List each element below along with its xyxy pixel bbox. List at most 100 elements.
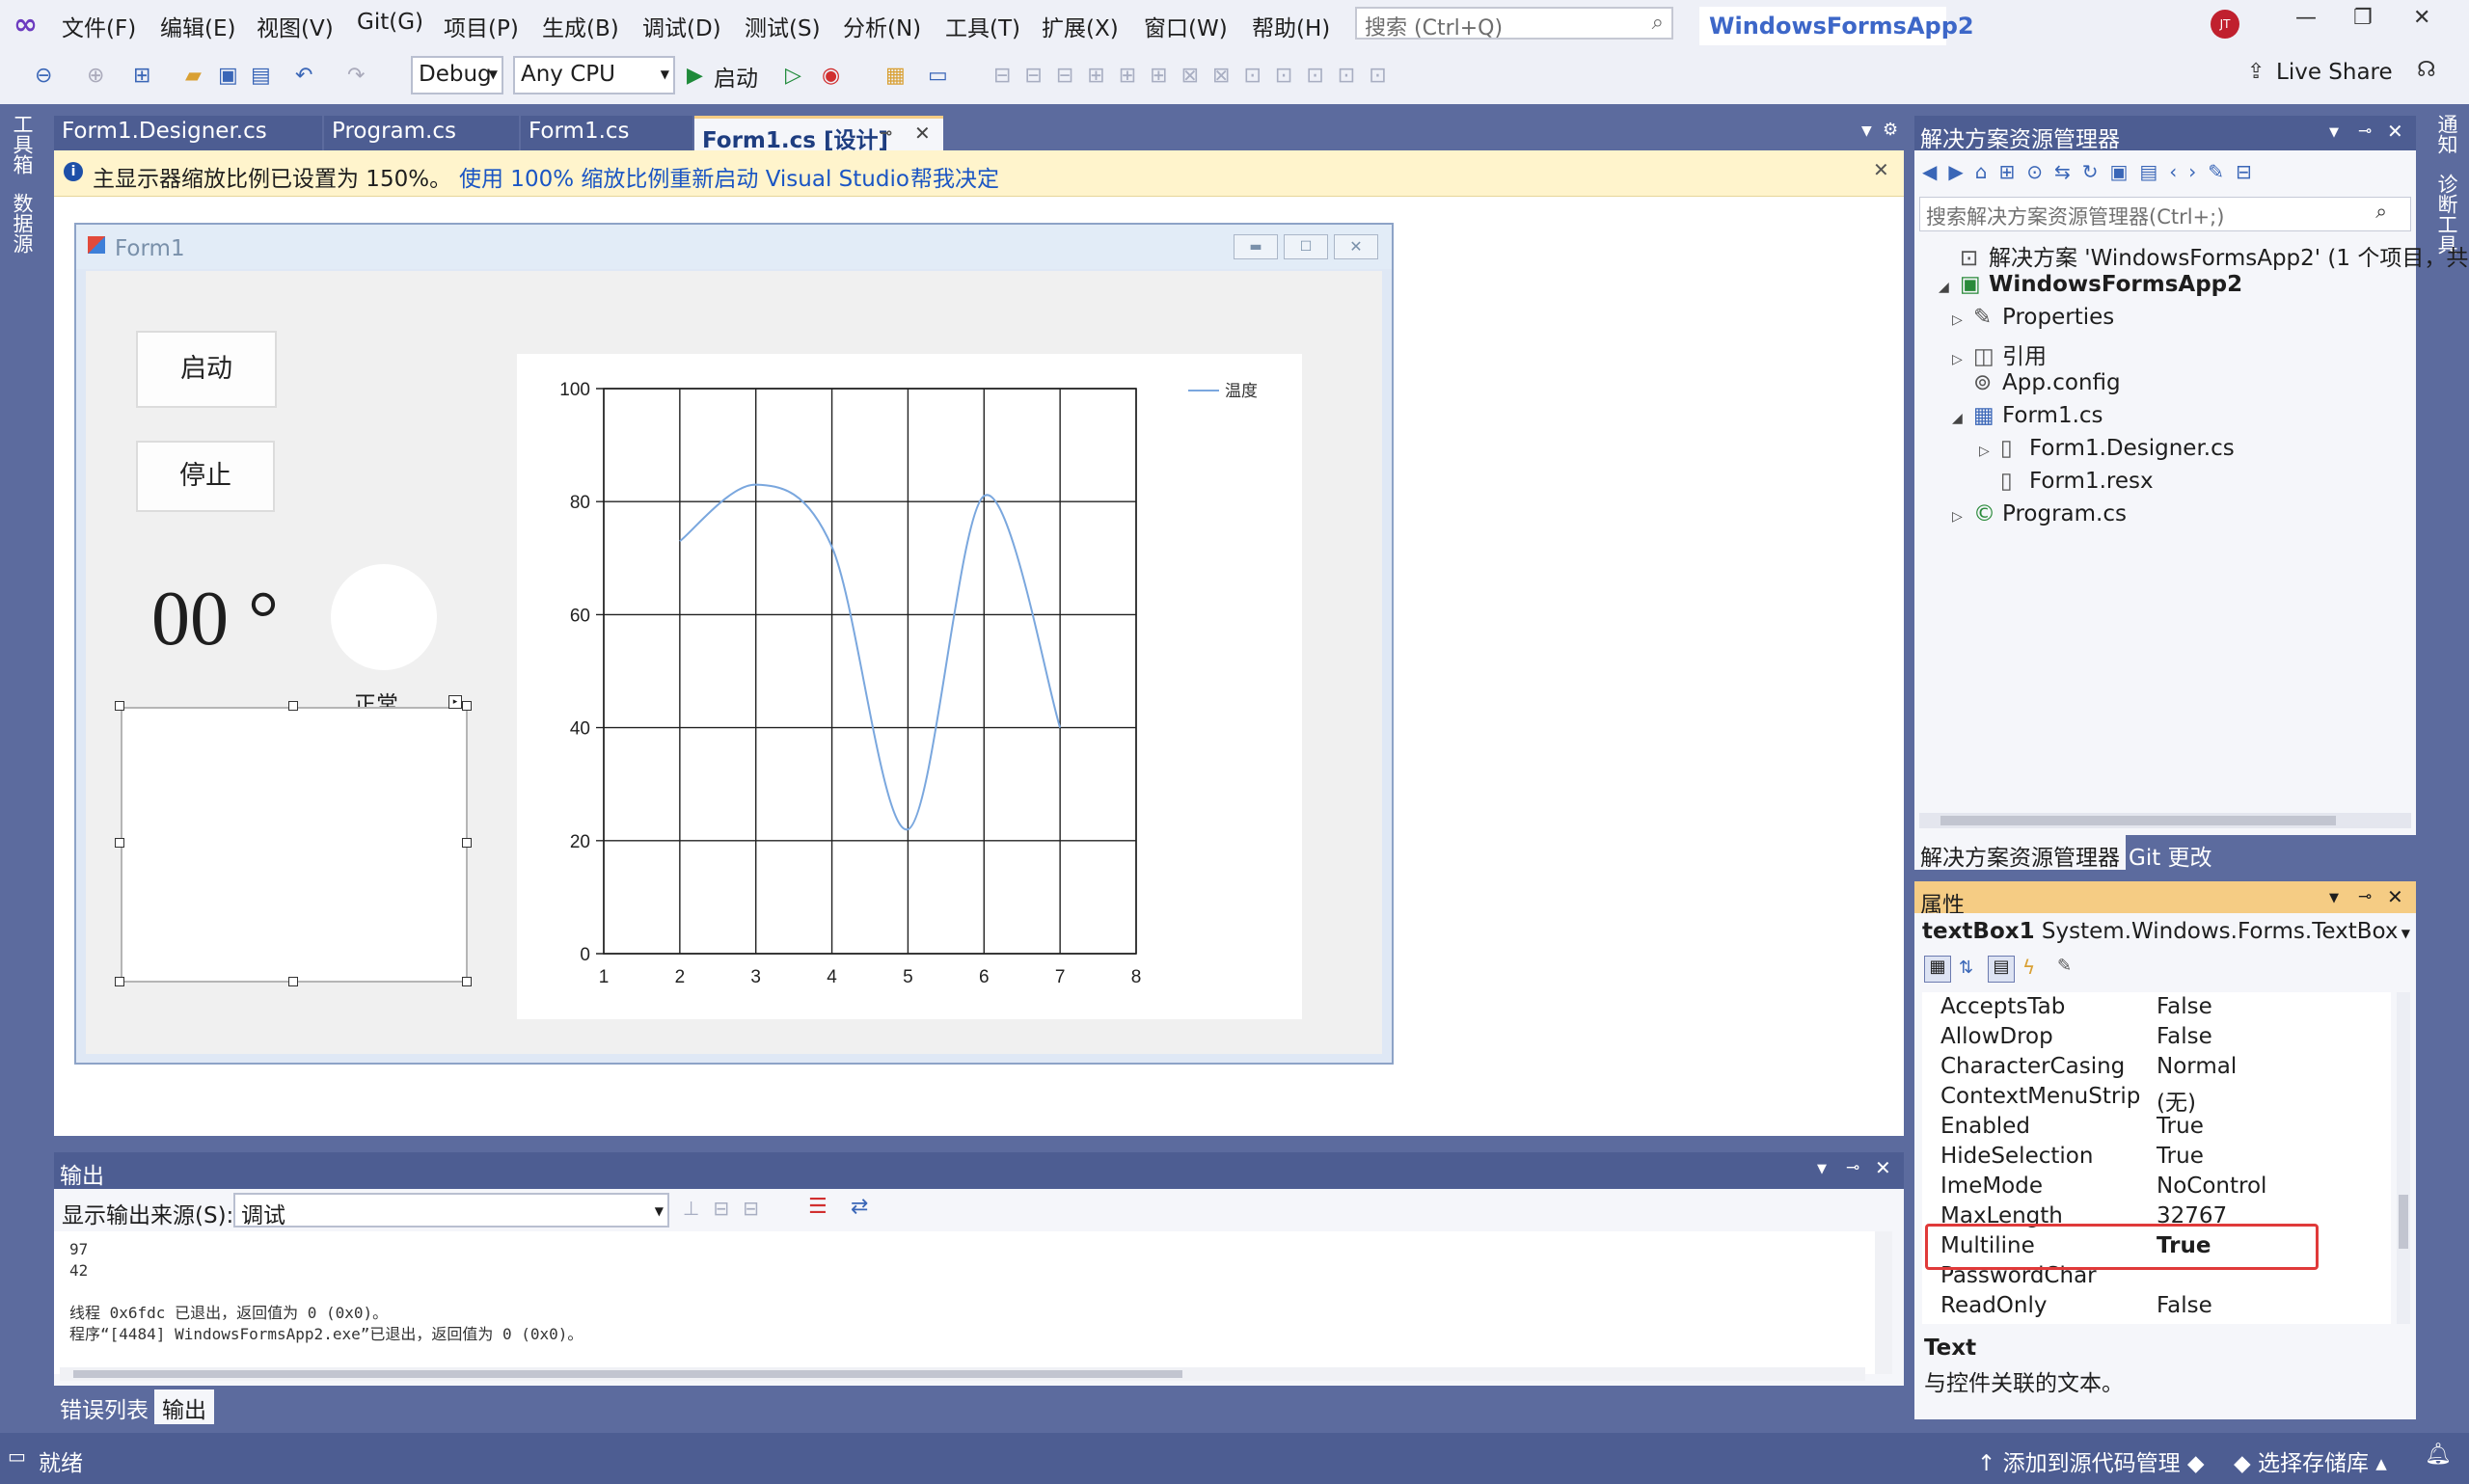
tab-program-cs[interactable]: Program.cs [324, 116, 519, 150]
undo-icon[interactable]: ↶ [295, 64, 312, 88]
scroll-thumb[interactable] [1940, 816, 2336, 825]
tab-dropdown-icon[interactable]: ▼ [1861, 123, 1872, 139]
textbox1[interactable] [121, 707, 468, 983]
property-row[interactable]: ImeMode NoControl [1939, 1172, 2392, 1201]
tree-item[interactable]: ▷ ◫ 引用 [1952, 337, 2047, 370]
expand-arrow-icon[interactable]: ▷ [1952, 312, 1973, 328]
menu-item-1[interactable]: 编辑(E) [160, 10, 235, 42]
expand-arrow-icon[interactable]: ◢ [1952, 411, 1973, 426]
close-pane-icon[interactable]: ✕ [2387, 120, 2403, 143]
format-icon[interactable]: ▭ [928, 64, 948, 88]
menu-item-0[interactable]: 文件(F) [62, 10, 136, 42]
tree-item[interactable]: ◢ ▣ WindowsFormsApp2 [1939, 272, 2242, 297]
selection-handle[interactable] [288, 977, 298, 986]
notifications-side-tab[interactable]: 通知 [2432, 114, 2461, 154]
configuration-select[interactable]: Debug ▼ [411, 56, 503, 94]
property-row[interactable]: ReadOnly False [1939, 1291, 2392, 1321]
property-value[interactable]: False [2157, 994, 2212, 1019]
restart-scaling-link[interactable]: 使用 100% 缩放比例重新启动 Visual Studio [459, 160, 909, 193]
output-scrollbar[interactable] [1875, 1231, 1892, 1374]
hot-reload-icon[interactable]: ◉ [822, 64, 840, 88]
tree-item[interactable]: ▷ © Program.cs [1952, 501, 2127, 526]
property-value[interactable]: True [2157, 1144, 2204, 1169]
close-tab-icon[interactable]: ✕ [914, 121, 931, 145]
tree-item[interactable]: ⊡ 解决方案 'WindowsFormsApp2' (1 个项目，共 [1939, 239, 2468, 272]
play-icon[interactable]: ▶ [687, 64, 703, 88]
menu-item-4[interactable]: 项目(P) [444, 10, 519, 42]
selection-handle[interactable] [462, 701, 472, 711]
tree-item[interactable]: ▯ Form1.resx [1979, 469, 2154, 494]
events-icon[interactable]: ϟ [2022, 956, 2035, 979]
smart-tag-icon[interactable]: ▸ [448, 695, 462, 709]
tree-item[interactable]: ◢ ▦ Form1.cs [1952, 403, 2103, 428]
new-project-icon[interactable]: ⊞ [133, 64, 150, 88]
close-pane-icon[interactable]: ✕ [2387, 885, 2403, 908]
tab-solution-explorer[interactable]: 解决方案资源管理器 [1914, 835, 2126, 871]
feedback-icon[interactable]: ☊ [2417, 58, 2436, 82]
platform-select[interactable]: Any CPU ▼ [513, 56, 675, 94]
pin-icon[interactable]: ⊸ [1846, 1158, 1859, 1177]
object-selector[interactable]: textBox1 System.Windows.Forms.TextBox ▼ [1922, 919, 2410, 948]
search-input[interactable]: 搜索 (Ctrl+Q) ⌕ [1355, 7, 1673, 40]
solution-scrollbar[interactable] [1919, 813, 2411, 828]
properties-view-icon[interactable]: ▤ [1988, 956, 2015, 983]
output-hscrollbar[interactable] [60, 1367, 1865, 1381]
property-value[interactable]: False [2157, 1293, 2212, 1318]
scroll-thumb[interactable] [73, 1370, 1182, 1378]
selection-handle[interactable] [115, 977, 124, 986]
add-source-control-button[interactable]: ↑ 添加到源代码管理 ◆ [1977, 1444, 2205, 1477]
tab-git-changes[interactable]: Git 更改 [2129, 839, 2212, 872]
output-source-select[interactable]: 调试 ▼ [233, 1193, 669, 1228]
notification-bell-icon[interactable]: 🔔︎ [2425, 1443, 2452, 1467]
select-repo-button[interactable]: ◆ 选择存储库 ▴ [2234, 1444, 2387, 1477]
toolbox-side-tab[interactable]: 工具箱 [8, 114, 37, 175]
form-window[interactable]: Form1 ▬ ☐ ✕ 启动 停止 00 ° 正常 ▸ 1 2 3 4 5 6 7 8 0 20 4… [74, 223, 1394, 1065]
output-toolbar-icons[interactable]: ⊥⊟⊟ [683, 1197, 773, 1220]
property-row[interactable]: CharacterCasing Normal [1939, 1052, 2392, 1082]
tab-form1-cs[interactable]: Form1.cs [521, 116, 692, 150]
expand-arrow-icon[interactable]: ◢ [1939, 280, 1960, 295]
temperature-chart[interactable]: 1 2 3 4 5 6 7 8 0 20 40 60 80 100 温度 [517, 354, 1302, 1019]
minimize-button[interactable]: — [2295, 6, 2317, 30]
save-icon[interactable]: ▣ [218, 64, 238, 88]
alphabetical-icon[interactable]: ⇅ [1959, 958, 1973, 978]
open-icon[interactable]: ▰ [185, 64, 202, 88]
selection-handle[interactable] [115, 838, 124, 848]
output-text[interactable]: 97 42 线程 0x6fdc 已退出，返回值为 0 (0x0)。 程序“[4484]… [54, 1231, 1875, 1374]
selection-handle[interactable] [288, 701, 298, 711]
form-maximize-button[interactable]: ☐ [1284, 234, 1328, 259]
categorized-icon[interactable]: ▦ [1924, 956, 1951, 983]
close-infobar-icon[interactable]: ✕ [1873, 158, 1889, 181]
pane-dropdown-icon[interactable]: ▼ [2329, 891, 2339, 905]
property-value[interactable]: Normal [2157, 1054, 2237, 1079]
live-share-button[interactable]: Live Share [2276, 60, 2393, 85]
tab-form1-design[interactable]: Form1.cs [设计] ⊸ ✕ [694, 116, 943, 153]
property-value[interactable]: NoControl [2157, 1174, 2266, 1199]
menu-item-6[interactable]: 调试(D) [642, 10, 721, 42]
menu-item-3[interactable]: Git(G) [357, 10, 423, 35]
pin-icon[interactable]: ⊸ [2358, 121, 2372, 141]
property-row[interactable]: HideSelection True [1939, 1142, 2392, 1172]
forward-icon[interactable]: ⊕ [87, 64, 104, 88]
menu-item-7[interactable]: 测试(S) [745, 10, 821, 42]
avatar[interactable]: JT [2211, 10, 2239, 39]
form-close-button[interactable]: ✕ [1334, 234, 1378, 259]
selection-handle[interactable] [462, 977, 472, 986]
property-pages-icon[interactable]: ✎ [2057, 956, 2072, 976]
pin-icon[interactable]: ⊸ [880, 123, 892, 142]
word-wrap-icon[interactable]: ⇄ [851, 1195, 868, 1219]
pin-icon[interactable]: ⊸ [2358, 887, 2372, 906]
back-icon[interactable]: ⊖ [35, 64, 52, 88]
tab-error-list[interactable]: 错误列表 [60, 1391, 149, 1424]
close-pane-icon[interactable]: ✕ [1875, 1156, 1891, 1179]
pane-dropdown-icon[interactable]: ▼ [1817, 1162, 1827, 1176]
datasource-side-tab[interactable]: 数据源 [8, 193, 37, 254]
property-row[interactable]: AcceptsTab False [1939, 992, 2392, 1022]
property-value[interactable]: False [2157, 1024, 2212, 1049]
menu-item-10[interactable]: 扩展(X) [1042, 10, 1119, 42]
menu-item-2[interactable]: 视图(V) [257, 10, 334, 42]
property-row[interactable]: Enabled True [1939, 1112, 2392, 1142]
clear-all-icon[interactable]: ☰ [808, 1195, 828, 1219]
expand-arrow-icon[interactable]: ▷ [1952, 509, 1973, 525]
tree-item[interactable]: ⊚ App.config [1952, 370, 2121, 395]
